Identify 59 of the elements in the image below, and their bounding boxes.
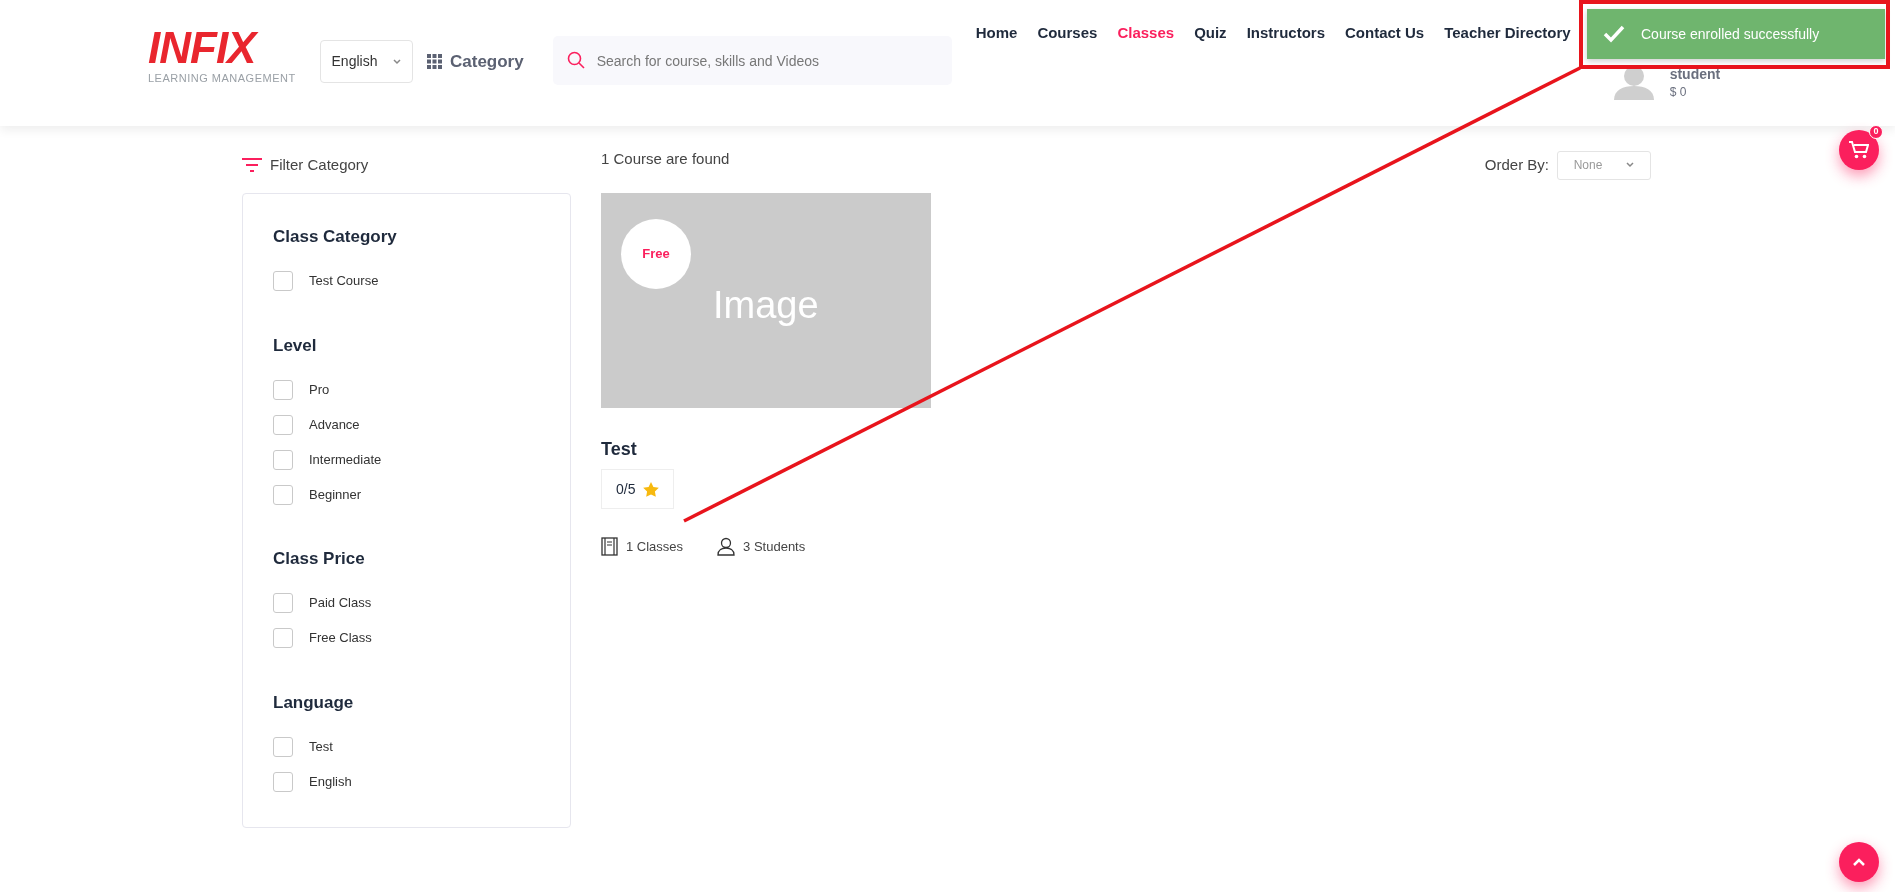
nav-link[interactable]: Teacher Directory [1434,22,1581,45]
filter-option[interactable]: Test Course [309,271,379,291]
filter-option[interactable]: Beginner [309,484,362,505]
cart-button[interactable] [1839,130,1879,170]
filter-heading: Level [273,334,318,357]
nav-link[interactable]: Home [965,22,1028,45]
user-balance: $ 0 [1669,84,1688,101]
filter-option[interactable]: Intermediate [309,449,382,470]
checkbox[interactable] [273,484,293,505]
student-count: 3 Students [743,538,806,556]
checkbox[interactable] [273,771,293,792]
results-count: 1 Course are found [601,148,730,169]
chevron-down-icon [393,58,402,65]
search-icon [566,51,585,69]
filter-option[interactable]: Free Class [309,628,372,648]
nav-link[interactable]: Quiz [1184,22,1237,45]
logo-title[interactable]: INFIX [148,25,320,70]
checkbox[interactable] [273,379,293,400]
logo-subtitle: LEARNING MANAGEMENT [148,70,297,86]
nav-link[interactable]: Classes [1107,22,1185,45]
filter-heading: Language [273,691,355,714]
user-name[interactable]: student [1669,66,1721,83]
order-label: Order By: [1484,154,1549,175]
toast-message: Course enrolled successfully [1641,24,1820,44]
category-menu[interactable]: Category [450,48,524,75]
nav-link[interactable]: Contact Us [1335,22,1435,45]
book-icon [601,537,618,557]
price-badge: Free [621,219,691,289]
scroll-top-button[interactable] [1839,842,1879,882]
checkbox[interactable] [273,593,293,613]
checkbox[interactable] [273,628,293,648]
checkbox[interactable] [273,736,293,757]
user-icon [717,537,736,557]
filter-option[interactable]: Test [309,736,333,757]
chevron-down-icon [1626,162,1635,168]
filter-option[interactable]: Pro [309,379,330,400]
filter-heading: Class Category [273,226,398,248]
class-count: 1 Classes [626,538,684,556]
check-icon [1603,25,1625,43]
filter-title: Filter Category [270,154,369,175]
nav-link[interactable]: Courses [1027,22,1108,45]
cart-icon [1849,141,1869,159]
checkbox[interactable] [273,414,293,435]
checkbox[interactable] [273,271,293,291]
language-select[interactable]: English [320,40,413,83]
rating-box: 0/5 [601,469,675,509]
filter-option[interactable]: Paid Class [309,593,372,613]
filter-icon[interactable] [242,158,262,172]
filter-option[interactable]: English [309,771,352,792]
course-title[interactable]: Test [601,436,931,463]
grid-icon [427,54,442,69]
checkbox[interactable] [273,449,293,470]
filter-heading: Class Price [273,548,366,570]
caret-up-icon [1853,858,1865,866]
star-icon [643,481,660,497]
nav-link[interactable]: Instructors [1236,22,1335,45]
search-field[interactable]: Search for course, skills and Videos [552,36,952,85]
filter-option[interactable]: Advance [309,414,360,435]
cart-count: 0 [1869,125,1883,139]
